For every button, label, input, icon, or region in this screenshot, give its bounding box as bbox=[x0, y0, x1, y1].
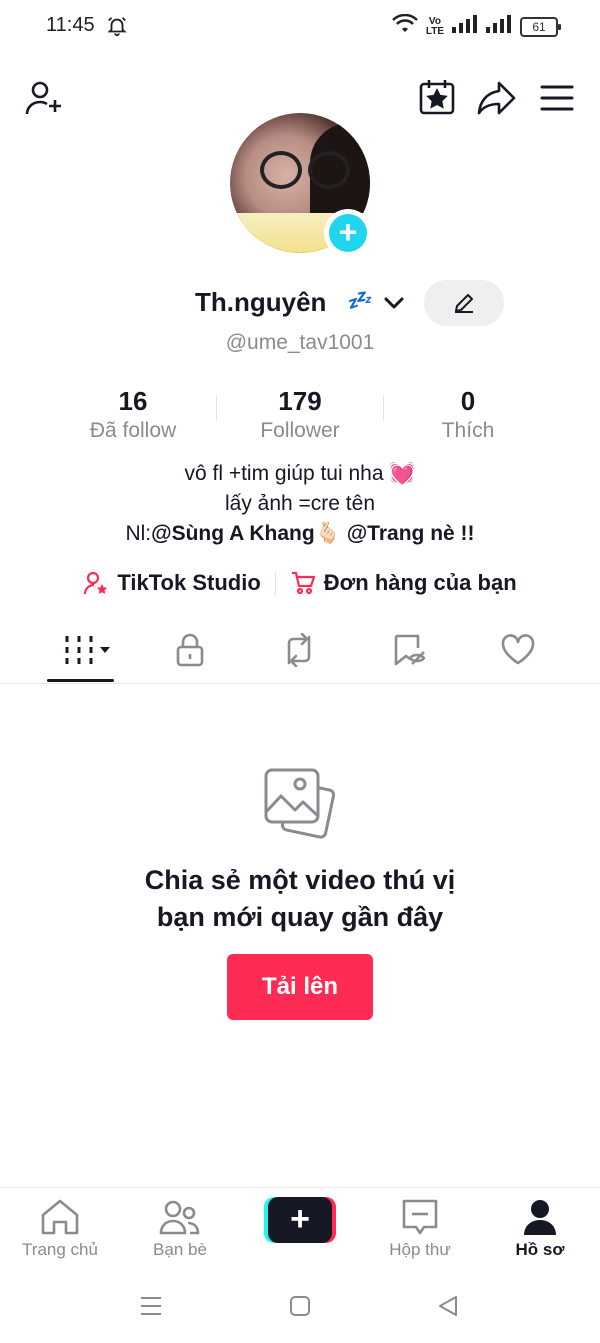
cart-icon bbox=[291, 571, 315, 595]
tab-videos[interactable] bbox=[55, 630, 115, 670]
system-home-button[interactable] bbox=[288, 1294, 312, 1323]
tab-liked[interactable] bbox=[488, 630, 548, 670]
edit-profile-button[interactable] bbox=[424, 280, 504, 326]
signal-icon bbox=[452, 15, 478, 38]
pencil-icon bbox=[455, 294, 473, 313]
active-tab-indicator bbox=[47, 679, 114, 682]
stat-label: Đã follow bbox=[89, 419, 177, 442]
divider bbox=[0, 683, 600, 684]
lock-icon bbox=[176, 633, 204, 667]
nav-profile[interactable]: Hồ sơ bbox=[480, 1198, 600, 1260]
empty-state-line: Chia sẻ một video thú vị bbox=[144, 865, 456, 895]
wifi-icon bbox=[391, 13, 418, 39]
person-add-icon bbox=[25, 81, 61, 115]
upload-button[interactable]: Tải lên bbox=[227, 954, 373, 1020]
avatar-glasses bbox=[308, 151, 350, 189]
profile-icon bbox=[524, 1200, 556, 1235]
orders-label: Đơn hàng của bạn bbox=[323, 570, 517, 595]
stat-followers[interactable]: 179 Follower bbox=[220, 386, 380, 443]
stat-following[interactable]: 16 Đã follow bbox=[53, 386, 213, 443]
create-button[interactable]: + bbox=[264, 1197, 336, 1243]
avatar-glasses bbox=[260, 151, 302, 189]
stat-value: 179 bbox=[278, 386, 322, 416]
plus-icon: + bbox=[329, 214, 367, 252]
add-friend-button[interactable] bbox=[22, 76, 66, 120]
volte-indicator: Vo LTE bbox=[425, 15, 444, 37]
add-story-button[interactable]: + bbox=[324, 209, 372, 257]
nav-label: Hồ sơ bbox=[515, 1240, 565, 1259]
stat-label: Follower bbox=[260, 419, 340, 442]
battery-icon: 61 bbox=[520, 16, 561, 37]
system-recents-button[interactable] bbox=[139, 1294, 163, 1323]
stat-label: Thích bbox=[441, 419, 495, 442]
orders-link[interactable]: Đơn hàng của bạn bbox=[290, 570, 517, 596]
create-plus-icon: + bbox=[268, 1197, 332, 1243]
signal-icon bbox=[486, 15, 512, 38]
menu-button[interactable] bbox=[537, 78, 577, 118]
video-grid-icon bbox=[65, 636, 110, 664]
tab-favorites[interactable] bbox=[380, 630, 440, 670]
system-back-button[interactable] bbox=[436, 1294, 460, 1323]
photos-icon bbox=[262, 766, 338, 847]
tab-private[interactable] bbox=[160, 630, 220, 670]
inbox-icon bbox=[402, 1199, 438, 1235]
menu-lines-icon bbox=[141, 1297, 161, 1315]
nav-label: Trang chủ bbox=[22, 1240, 98, 1259]
friends-icon bbox=[159, 1200, 200, 1235]
bio-line-mentions: Nl:@Sùng A Khang🫰🏻 @Trang nè !! bbox=[0, 522, 600, 546]
stat-value: 0 bbox=[460, 386, 476, 416]
nav-label: Bạn bè bbox=[153, 1240, 207, 1259]
bio-prefix: Nl: bbox=[125, 522, 152, 545]
repost-icon bbox=[287, 633, 311, 667]
share-arrow-icon bbox=[477, 81, 516, 115]
calendar-button[interactable] bbox=[416, 76, 458, 118]
account-switch-chevron[interactable] bbox=[383, 292, 405, 319]
nav-label: Hộp thư bbox=[389, 1240, 451, 1259]
bio-line: lấy ảnh =cre tên bbox=[224, 492, 375, 515]
divider bbox=[383, 395, 384, 421]
hamburger-menu-icon bbox=[540, 85, 574, 111]
stat-likes[interactable]: 0 Thích bbox=[388, 386, 548, 443]
chevron-down-icon bbox=[384, 297, 404, 309]
tab-reposts[interactable] bbox=[269, 630, 329, 670]
calendar-star-icon bbox=[419, 80, 455, 115]
bio-emoji: 🫰🏻 bbox=[314, 522, 341, 545]
nav-home[interactable]: Trang chủ bbox=[0, 1198, 120, 1260]
mention-link[interactable]: @Trang nè !! bbox=[347, 522, 475, 545]
nav-inbox[interactable]: Hộp thư bbox=[360, 1198, 480, 1260]
sleep-emoji: 💤 bbox=[346, 290, 371, 312]
bookmark-hidden-icon bbox=[394, 634, 426, 666]
divider bbox=[216, 395, 217, 421]
home-icon bbox=[41, 1199, 79, 1235]
profile-handle: @ume_tav1001 bbox=[225, 331, 375, 354]
tiktok-studio-link[interactable]: TikTok Studio bbox=[83, 570, 261, 596]
tiktok-studio-label: TikTok Studio bbox=[117, 570, 261, 595]
stat-value: 16 bbox=[118, 386, 148, 416]
profile-name: Th.nguyên bbox=[195, 287, 327, 317]
divider bbox=[0, 1187, 600, 1188]
bio-line: vô fl +tim giúp tui nha 💓 bbox=[184, 462, 416, 485]
person-star-icon bbox=[84, 571, 108, 595]
divider bbox=[274, 571, 276, 595]
empty-state-title: Chia sẻ một video thú vị bạn mới quay gầ… bbox=[0, 862, 600, 936]
share-button[interactable] bbox=[475, 76, 519, 120]
status-icons: Vo LTE 61 bbox=[391, 13, 561, 39]
square-icon bbox=[290, 1296, 310, 1316]
alarm-bell-icon bbox=[106, 15, 128, 42]
empty-state-line: bạn mới quay gần đây bbox=[156, 902, 444, 932]
nav-friends[interactable]: Bạn bè bbox=[120, 1198, 240, 1260]
heart-icon bbox=[501, 634, 535, 665]
status-time: 11:45 bbox=[46, 14, 95, 36]
triangle-back-icon bbox=[439, 1296, 457, 1316]
mention-link[interactable]: @Sùng A Khang bbox=[151, 522, 315, 545]
profile-links: TikTok Studio Đơn hàng của bạn bbox=[0, 570, 600, 596]
